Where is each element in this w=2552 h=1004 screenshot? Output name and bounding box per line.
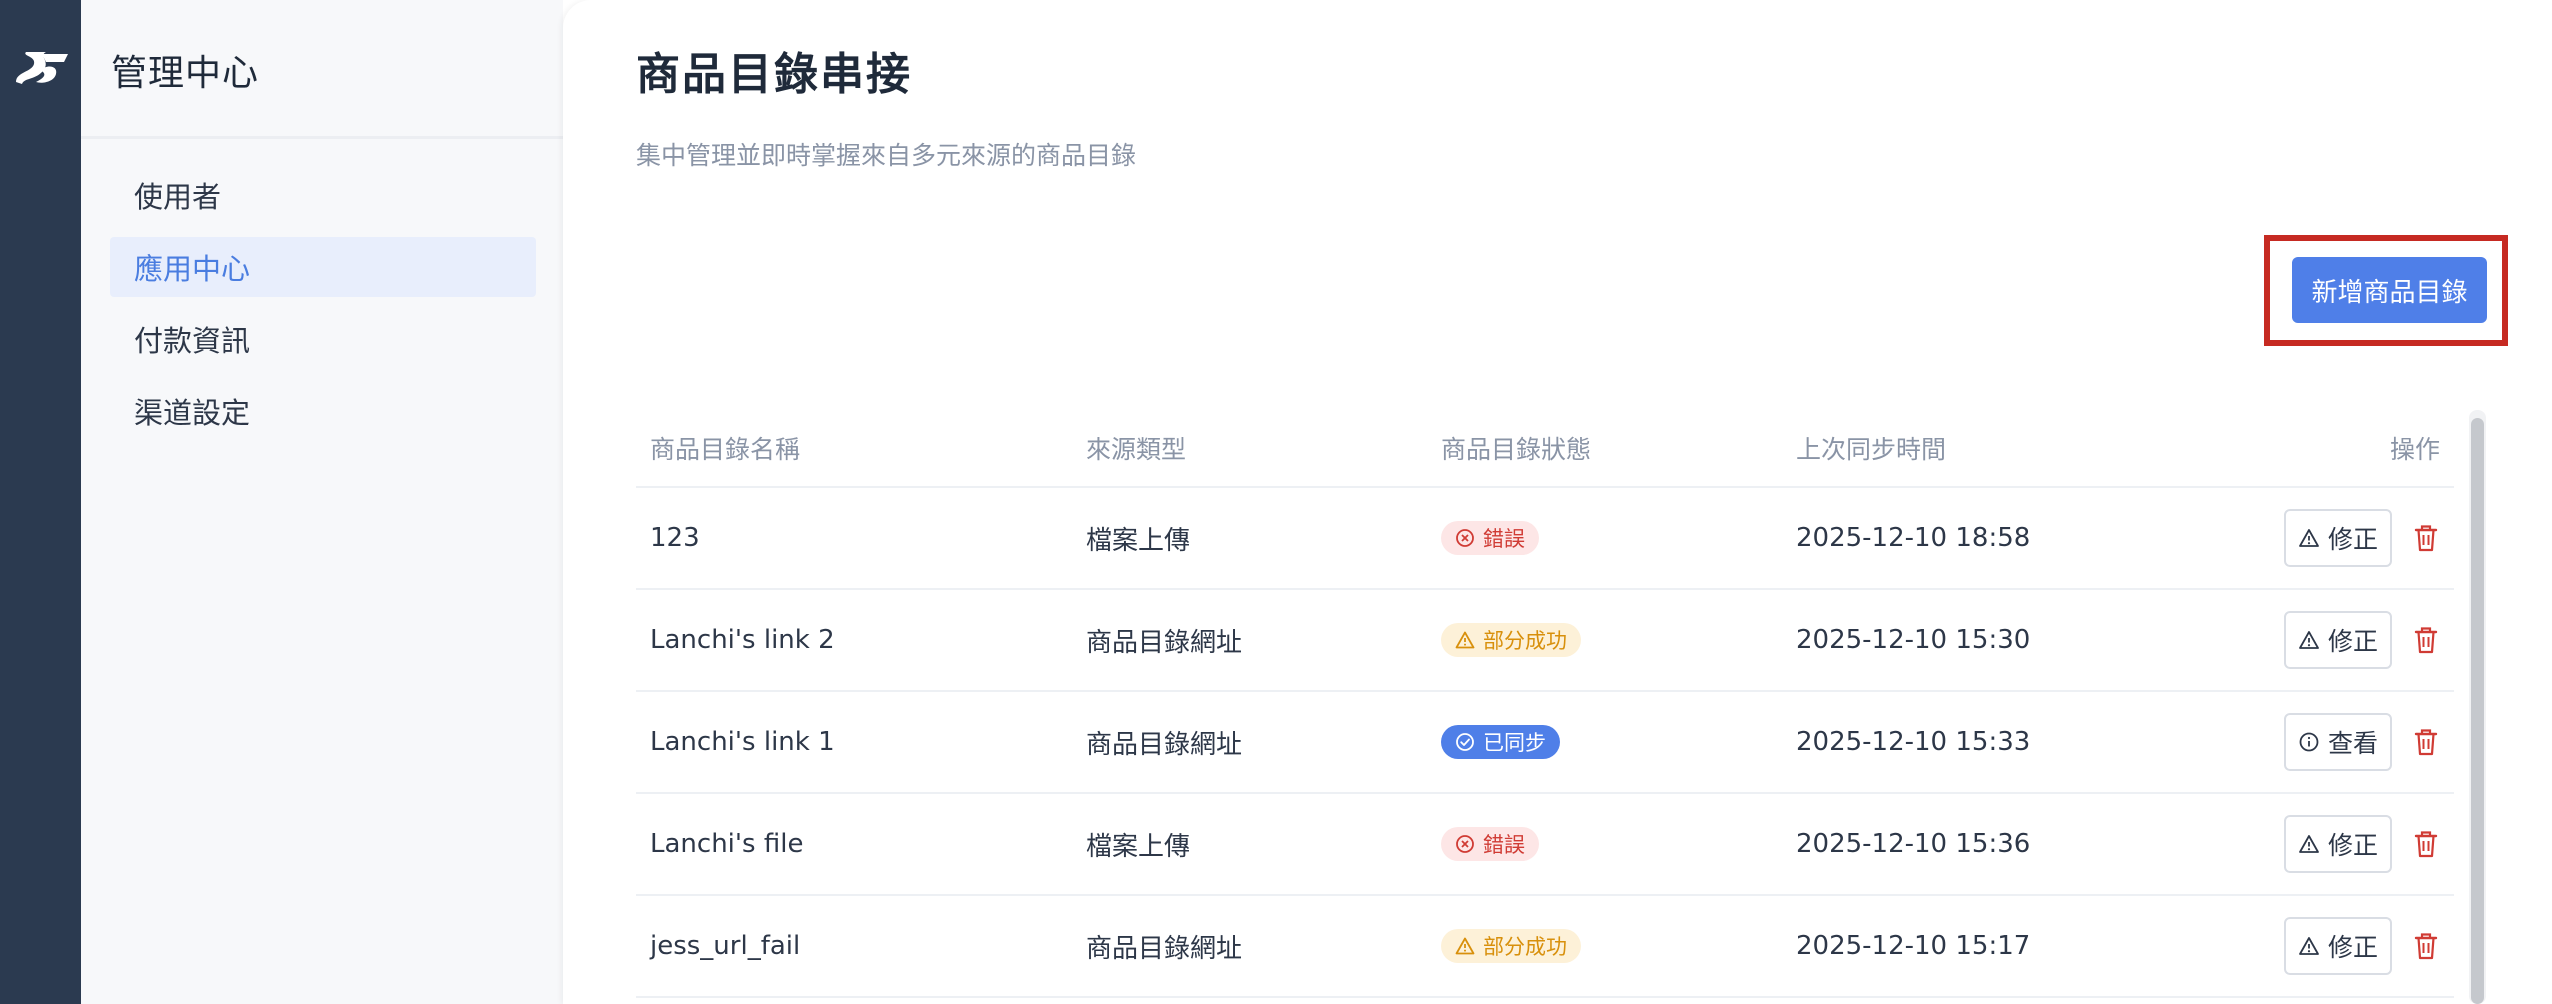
sidebar-item-users[interactable]: 使用者 bbox=[110, 165, 536, 225]
sidebar-item-app-center[interactable]: 應用中心 bbox=[110, 237, 536, 297]
page-subtitle: 集中管理並即時掌握來自多元來源的商品目錄 bbox=[636, 141, 1137, 170]
status-badge: 部分成功 bbox=[1441, 623, 1581, 657]
status-label: 部分成功 bbox=[1483, 935, 1567, 959]
trash-icon[interactable] bbox=[2412, 931, 2440, 961]
app-rail bbox=[0, 0, 81, 1004]
sync-time: 2025-12-10 15:36 bbox=[1796, 829, 2031, 859]
header-name: 商品目錄名稱 bbox=[650, 435, 801, 464]
header-time: 上次同步時間 bbox=[1796, 435, 1947, 464]
table-header-row: 商品目錄名稱 來源類型 商品目錄狀態 上次同步時間 操作 bbox=[636, 410, 2454, 488]
action-label: 修正 bbox=[2327, 526, 2378, 554]
action-label: 修正 bbox=[2327, 628, 2378, 656]
sidebar-item-label: 應用中心 bbox=[134, 252, 251, 286]
table-row: 123 檔案上傳 錯誤 2025-12-10 18:58 修正 bbox=[636, 488, 2454, 590]
warning-icon bbox=[1455, 631, 1475, 649]
catalog-name: Lanchi's link 1 bbox=[650, 727, 835, 757]
fix-button[interactable]: 修正 bbox=[2284, 917, 2392, 975]
status-badge: 錯誤 bbox=[1441, 827, 1539, 861]
fix-button[interactable]: 修正 bbox=[2284, 611, 2392, 669]
sidebar: 管理中心 使用者 應用中心 付款資訊 渠道設定 bbox=[81, 0, 563, 1004]
trash-icon[interactable] bbox=[2412, 727, 2440, 757]
status-badge: 錯誤 bbox=[1441, 521, 1539, 555]
header-source: 來源類型 bbox=[1086, 435, 1187, 464]
add-catalog-button[interactable]: 新增商品目錄 bbox=[2292, 257, 2487, 323]
sidebar-item-label: 使用者 bbox=[134, 180, 222, 214]
fix-button[interactable]: 修正 bbox=[2284, 815, 2392, 873]
catalog-source: 商品目錄網址 bbox=[1086, 729, 1243, 760]
sync-time: 2025-12-10 15:17 bbox=[1796, 931, 2031, 961]
catalog-source: 商品目錄網址 bbox=[1086, 933, 1243, 964]
sidebar-nav: 使用者 應用中心 付款資訊 渠道設定 bbox=[110, 165, 536, 453]
sidebar-item-label: 渠道設定 bbox=[134, 396, 251, 430]
warning-icon bbox=[2299, 937, 2319, 955]
catalog-table: 商品目錄名稱 來源類型 商品目錄狀態 上次同步時間 操作 123 檔案上傳 錯誤… bbox=[636, 410, 2454, 998]
sidebar-divider bbox=[81, 136, 563, 139]
status-badge: 部分成功 bbox=[1441, 929, 1581, 963]
page-title: 商品目錄串接 bbox=[636, 49, 912, 100]
main-panel: 商品目錄串接 集中管理並即時掌握來自多元來源的商品目錄 新增商品目錄 商品目錄名… bbox=[563, 0, 2552, 1004]
trash-icon[interactable] bbox=[2412, 625, 2440, 655]
catalog-name: 123 bbox=[650, 523, 700, 553]
warning-icon bbox=[2299, 529, 2319, 547]
sidebar-title: 管理中心 bbox=[111, 53, 260, 94]
error-circle-icon bbox=[1456, 529, 1474, 547]
header-actions: 操作 bbox=[2389, 435, 2440, 464]
header-status: 商品目錄狀態 bbox=[1441, 435, 1592, 464]
table-row: Lanchi's link 2 商品目錄網址 部分成功 2025-12-10 1… bbox=[636, 590, 2454, 692]
action-label: 修正 bbox=[2327, 832, 2378, 860]
catalog-name: Lanchi's file bbox=[650, 829, 804, 859]
error-circle-icon bbox=[1456, 835, 1474, 853]
fix-button[interactable]: 修正 bbox=[2284, 509, 2392, 567]
catalog-source: 檔案上傳 bbox=[1086, 831, 1191, 862]
warning-icon bbox=[2299, 631, 2319, 649]
warning-icon bbox=[1455, 937, 1475, 955]
sidebar-item-label: 付款資訊 bbox=[134, 324, 251, 358]
warning-icon bbox=[2299, 835, 2319, 853]
sync-time: 2025-12-10 15:33 bbox=[1796, 727, 2031, 757]
status-badge: 已同步 bbox=[1441, 725, 1560, 759]
trash-icon[interactable] bbox=[2412, 829, 2440, 859]
trash-icon[interactable] bbox=[2412, 523, 2440, 553]
check-circle-icon bbox=[1456, 733, 1474, 751]
table-row: jess_url_fail 商品目錄網址 部分成功 2025-12-10 15:… bbox=[636, 896, 2454, 998]
brand-logo-icon[interactable] bbox=[12, 48, 70, 88]
action-label: 查看 bbox=[2327, 730, 2378, 758]
status-label: 錯誤 bbox=[1483, 833, 1525, 857]
status-label: 已同步 bbox=[1483, 731, 1546, 755]
sidebar-item-billing[interactable]: 付款資訊 bbox=[110, 309, 536, 369]
status-label: 錯誤 bbox=[1483, 527, 1525, 551]
scrollbar-thumb[interactable] bbox=[2471, 418, 2484, 1004]
view-button[interactable]: 查看 bbox=[2284, 713, 2392, 771]
sync-time: 2025-12-10 18:58 bbox=[1796, 523, 2031, 553]
catalog-source: 檔案上傳 bbox=[1086, 525, 1191, 556]
table-row: Lanchi's file 檔案上傳 錯誤 2025-12-10 15:36 修… bbox=[636, 794, 2454, 896]
action-label: 修正 bbox=[2327, 934, 2378, 962]
table-row: Lanchi's link 1 商品目錄網址 已同步 2025-12-10 15… bbox=[636, 692, 2454, 794]
sidebar-item-channel-settings[interactable]: 渠道設定 bbox=[110, 381, 536, 441]
catalog-name: jess_url_fail bbox=[650, 931, 801, 961]
catalog-name: Lanchi's link 2 bbox=[650, 625, 835, 655]
catalog-source: 商品目錄網址 bbox=[1086, 627, 1243, 658]
status-label: 部分成功 bbox=[1483, 629, 1567, 653]
info-icon bbox=[2299, 732, 2319, 752]
sync-time: 2025-12-10 15:30 bbox=[1796, 625, 2031, 655]
